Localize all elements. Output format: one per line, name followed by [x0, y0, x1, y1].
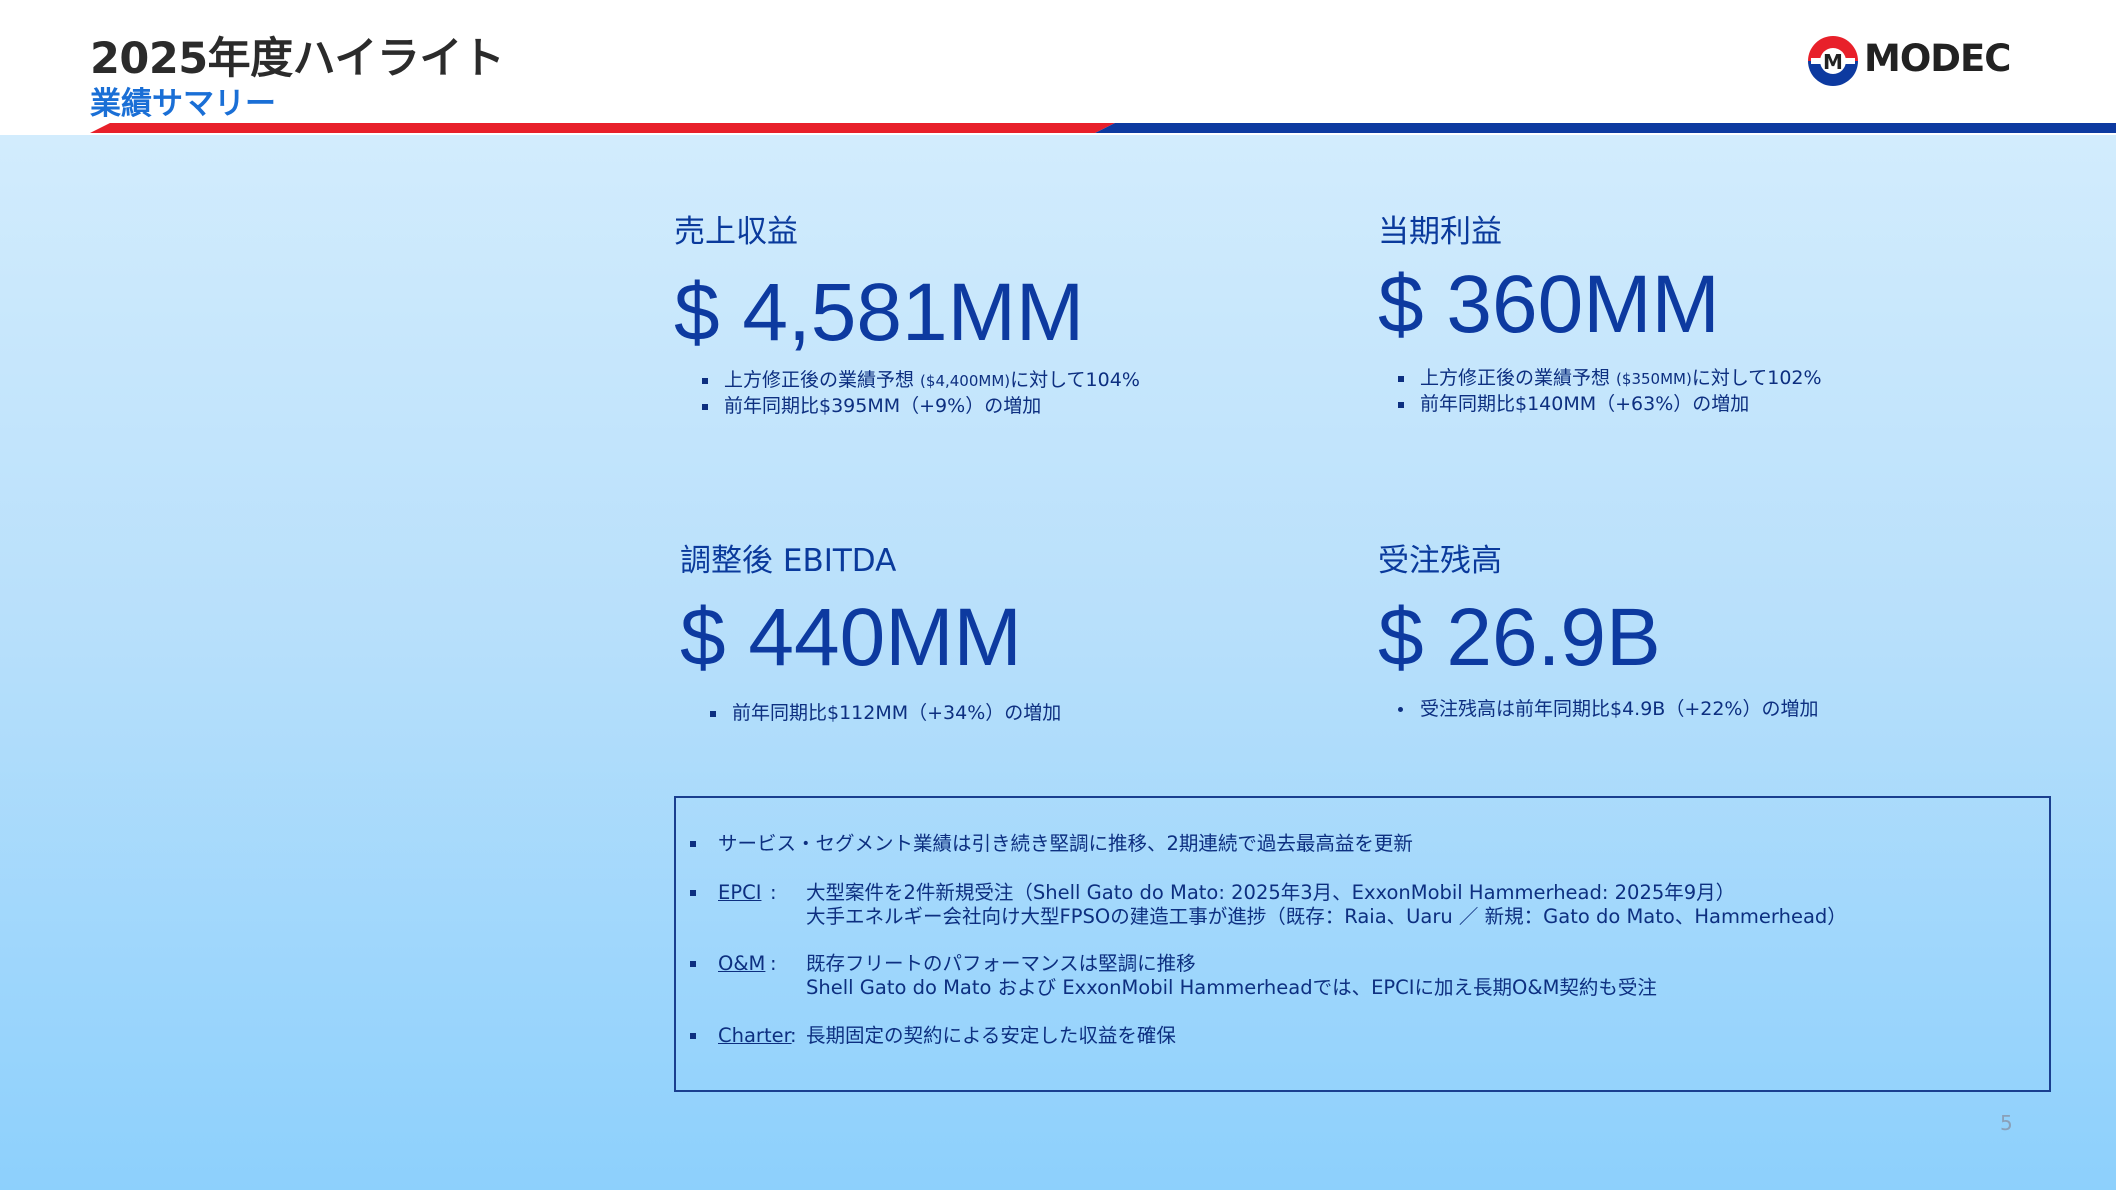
kpi-note: 前年同期比$395MM（+9%）の増加 — [696, 394, 1140, 419]
kpi-note: 上方修正後の業績予想 ($4,400MM)に対して104% — [696, 368, 1140, 394]
kpi-note: 上方修正後の業績予想 ($350MM)に対して102% — [1392, 366, 1822, 392]
kpi-note: 受注残高は前年同期比$4.9B（+22%）の増加 — [1392, 697, 1819, 722]
kpi-note: 前年同期比$140MM（+63%）の増加 — [1392, 392, 1822, 417]
summary-charter-label: Charter — [718, 1024, 792, 1047]
slide-subtitle: 業績サマリー — [90, 86, 276, 122]
bullet-icon — [690, 890, 696, 896]
summary-om-line2: Shell Gato do Mato および ExxonMobil Hammer… — [806, 976, 1657, 999]
kpi-revenue-notes: 上方修正後の業績予想 ($4,400MM)に対して104% 前年同期比$395M… — [696, 368, 1140, 419]
accent-bar-blue — [1095, 123, 2116, 133]
kpi-backlog-label: 受注残高 — [1378, 543, 1502, 579]
kpi-ebitda-label: 調整後 EBITDA — [680, 543, 897, 579]
bullet-icon — [690, 841, 696, 847]
kpi-revenue-value: $ 4,581MM — [674, 267, 1085, 358]
segment-summary-box: サービス・セグメント業績は引き続き堅調に推移、2期連続で過去最高益を更新 EPC… — [674, 796, 2051, 1092]
logo-mark-letter: M — [1823, 50, 1843, 74]
summary-epci-line2: 大手エネルギー会社向け大型FPSOの建造工事が進捗（既存：Raia、Uaru ／… — [806, 905, 1847, 928]
slide-header: 2025年度ハイライト 業績サマリー M MODEC — [0, 0, 2116, 135]
summary-epci-label: EPCI — [718, 881, 762, 904]
modec-logo: M MODEC — [1806, 34, 2030, 88]
kpi-ebitda-value: $ 440MM — [680, 592, 1022, 683]
kpi-net-income-label: 当期利益 — [1378, 214, 1502, 250]
bullet-icon — [690, 1033, 696, 1039]
page-number: 5 — [2000, 1111, 2013, 1135]
kpi-net-income-notes: 上方修正後の業績予想 ($350MM)に対して102% 前年同期比$140MM（… — [1392, 366, 1822, 417]
kpi-net-income: 当期利益 $ 360MM 上方修正後の業績予想 ($350MM)に対して102%… — [1378, 217, 1822, 417]
kpi-note: 前年同期比$112MM（+34%）の増加 — [704, 701, 1061, 726]
kpi-backlog: 受注残高 $ 26.9B 受注残高は前年同期比$4.9B（+22%）の増加 — [1378, 546, 1819, 722]
summary-charter-text: 長期固定の契約による安定した収益を確保 — [806, 1024, 1176, 1047]
logo-wordmark: MODEC — [1864, 37, 2011, 80]
kpi-backlog-notes: 受注残高は前年同期比$4.9B（+22%）の増加 — [1392, 697, 1819, 722]
header-accent-bar — [90, 123, 2116, 133]
summary-om-line1: 既存フリートのパフォーマンスは堅調に推移 — [806, 952, 1196, 975]
slide-title: 2025年度ハイライト — [90, 34, 505, 84]
kpi-ebitda: 調整後 EBITDA $ 440MM 前年同期比$112MM（+34%）の増加 — [680, 546, 1061, 726]
kpi-backlog-value: $ 26.9B — [1378, 592, 1661, 683]
modec-logo-mark-icon: M — [1808, 36, 1858, 86]
summary-epci-line1: 大型案件を2件新規受注（Shell Gato do Mato: 2025年3月、… — [806, 881, 1736, 904]
bullet-icon — [690, 961, 696, 967]
accent-bar-red — [90, 123, 1115, 133]
kpi-ebitda-notes: 前年同期比$112MM（+34%）の増加 — [704, 701, 1061, 726]
kpi-net-income-value: $ 360MM — [1378, 259, 1720, 350]
summary-om-label: O&M — [718, 952, 766, 975]
kpi-revenue: 売上収益 $ 4,581MM 上方修正後の業績予想 ($4,400MM)に対して… — [674, 217, 1140, 419]
kpi-revenue-label: 売上収益 — [674, 214, 798, 250]
